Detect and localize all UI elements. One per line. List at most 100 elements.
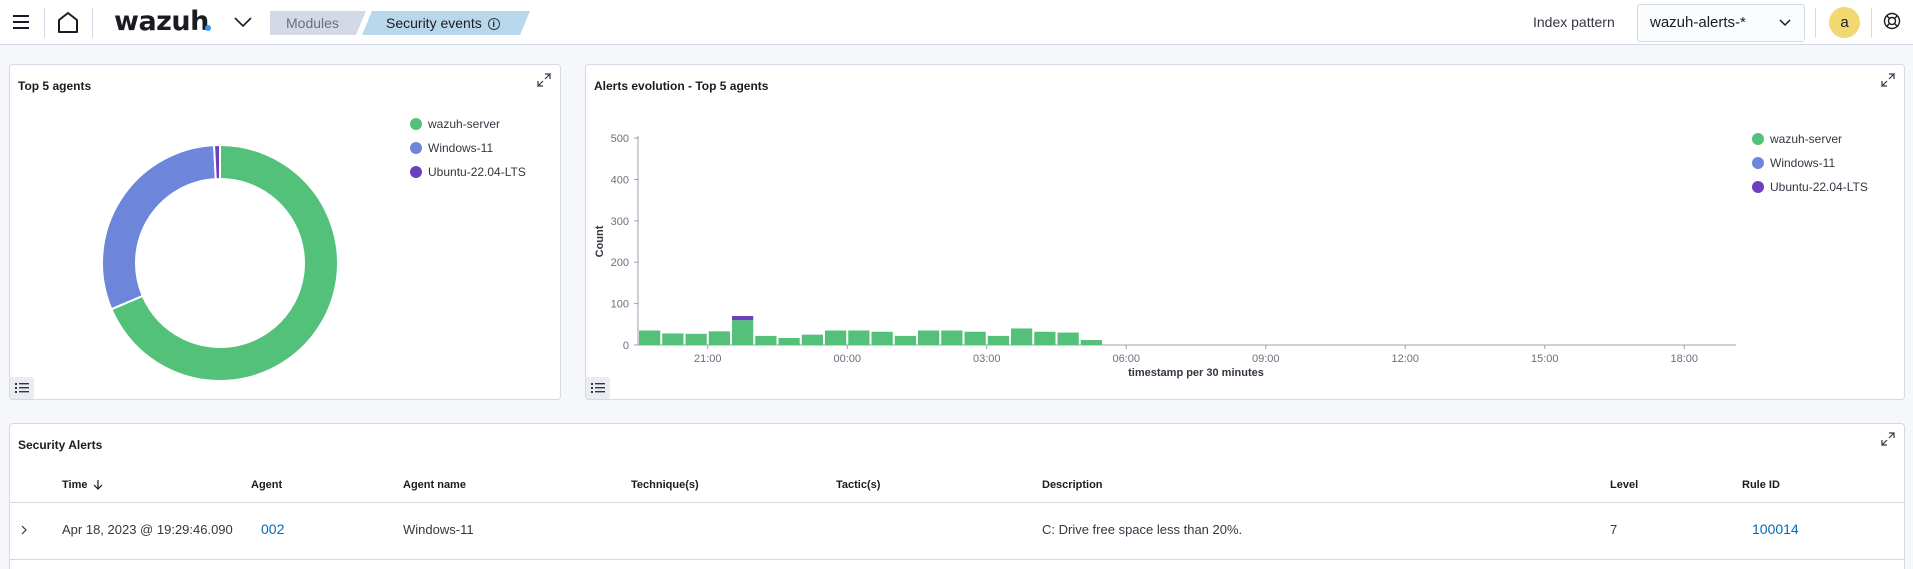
legend-item[interactable]: Ubuntu-22.04-LTS [1752,175,1868,199]
wazuh-logo[interactable]: wazuh [114,6,209,37]
cell-agent-link[interactable]: 002 [261,521,284,537]
top-navigation-bar: wazuh Modules Security events i Index pat… [0,0,1913,45]
bar-wazuh-server[interactable] [918,330,940,345]
breadcrumb-modules[interactable]: Modules [270,11,366,35]
bar-wazuh-server[interactable] [871,331,893,345]
legend-color-dot [410,141,422,154]
breadcrumb-security-events[interactable]: Security events i [362,11,530,35]
bar-wazuh-server[interactable] [662,333,684,345]
legend-label: Windows-11 [428,141,494,155]
cell-agent-name: Windows-11 [403,522,474,537]
menu-icon[interactable] [10,12,32,32]
cell-description: C: Drive free space less than 20%. [1042,522,1243,537]
column-header-description[interactable]: Description [1042,479,1103,491]
y-tick-label: 100 [611,299,629,311]
cell-level: 7 [1610,522,1618,537]
list-icon [15,383,29,393]
donut-slice-windows-11[interactable] [101,144,217,311]
bar-wazuh-server[interactable] [941,330,963,345]
bar-wazuh-server[interactable] [708,331,730,345]
legend-item[interactable]: wazuh-server [410,112,526,136]
header-divider [1815,8,1816,38]
legend-toggle-button[interactable] [10,377,34,399]
legend-item[interactable]: wazuh-server [1752,127,1868,151]
y-tick-label: 300 [611,216,629,228]
bar-wazuh-server[interactable] [987,335,1009,345]
list-icon [591,383,605,393]
expand-icon[interactable] [1880,431,1896,447]
legend-color-dot [1752,132,1764,145]
top-agents-donut-chart [101,143,339,382]
help-icon[interactable] [1883,12,1901,30]
legend-label: wazuh-server [428,117,501,131]
y-tick-label: 400 [611,174,629,186]
header-divider [92,8,93,38]
bar-wazuh-server[interactable] [1011,328,1033,345]
column-header-time[interactable]: Time [62,479,103,491]
alerts-evolution-bar-chart: 0 100 200 300 400 500 Count 21:00 00:00 03:00 06:0… [594,133,1736,379]
home-icon[interactable] [55,9,81,35]
cell-time: Apr 18, 2023 @ 19:29:46.090 [62,522,233,537]
legend-label: Windows-11 [1770,156,1836,170]
expand-icon[interactable] [536,72,552,88]
x-tick-label: 18:00 [1670,353,1698,365]
legend-color-dot [1752,156,1764,169]
header-divider [44,8,45,38]
top-agents-panel: Top 5 agents wazuh-server Windows-11 Ubunt… [9,64,561,400]
sort-descending-icon [94,480,103,490]
column-header-level[interactable]: Level [1610,479,1638,491]
column-header-rule-id[interactable]: Rule ID [1742,479,1780,491]
bar-wazuh-server[interactable] [755,335,777,345]
legend-color-dot [1752,180,1764,193]
column-header-agent-name[interactable]: Agent name [403,479,466,491]
donut-slice-ubuntu-22-04-lts[interactable] [213,143,221,181]
bar-wazuh-server[interactable] [1057,332,1079,345]
logo-dot [205,25,211,31]
x-axis-label: timestamp per 30 minutes [1128,367,1264,379]
y-tick-label: 200 [611,257,629,269]
bar-wazuh-server[interactable] [1080,340,1102,345]
bar-wazuh-server[interactable] [964,331,986,345]
user-avatar[interactable]: a [1829,7,1860,38]
chevron-right-icon[interactable] [19,525,29,535]
bar-wazuh-server[interactable] [825,330,847,345]
bar-wazuh-server[interactable] [778,337,800,345]
security-alerts-panel: Security Alerts Time Agent Agent name Te… [9,423,1905,569]
bar-wazuh-server[interactable] [639,330,661,345]
cell-rule-id-link[interactable]: 100014 [1752,521,1799,537]
bar-wazuh-server[interactable] [848,330,870,345]
column-header-agent[interactable]: Agent [251,479,282,491]
bar-wazuh-server[interactable] [801,334,823,345]
column-header-tactics[interactable]: Tactic(s) [836,479,880,491]
header-divider [1871,8,1872,38]
x-tick-label: 09:00 [1252,353,1280,365]
x-tick-label: 15:00 [1531,353,1559,365]
x-tick-label: 06:00 [1112,353,1140,365]
chevron-down-icon[interactable] [232,12,254,32]
column-header-techniques[interactable]: Technique(s) [631,479,699,491]
bar-ubuntu-22-04-lts[interactable] [732,316,754,321]
bar-wazuh-server[interactable] [894,335,916,345]
x-tick-label: 12:00 [1391,353,1419,365]
legend-item[interactable]: Ubuntu-22.04-LTS [410,160,526,184]
legend-label: wazuh-server [1770,132,1843,146]
bar-wazuh-server[interactable] [732,320,754,345]
y-axis-label: Count [594,225,606,257]
panel-title: Top 5 agents [18,79,92,93]
chevron-down-icon [1779,19,1791,27]
y-tick-label: 500 [611,133,629,145]
legend-color-dot [410,165,422,178]
index-pattern-select[interactable]: wazuh-alerts-* [1637,4,1805,42]
bar-wazuh-server[interactable] [685,333,707,345]
legend-item[interactable]: Windows-11 [410,136,526,160]
legend-label: Ubuntu-22.04-LTS [1770,180,1868,194]
y-tick-label: 0 [623,340,629,352]
expand-icon[interactable] [1880,72,1896,88]
info-icon[interactable]: i [488,18,500,30]
legend-toggle-button[interactable] [586,377,610,399]
alerts-evolution-legend: wazuh-server Windows-11 Ubuntu-22.04-LTS [1752,127,1868,199]
legend-item[interactable]: Windows-11 [1752,151,1868,175]
bar-wazuh-server[interactable] [1034,331,1056,345]
table-row-divider [10,559,1904,560]
alerts-evolution-panel: Alerts evolution - Top 5 agents 0 100 200 3… [585,64,1905,400]
